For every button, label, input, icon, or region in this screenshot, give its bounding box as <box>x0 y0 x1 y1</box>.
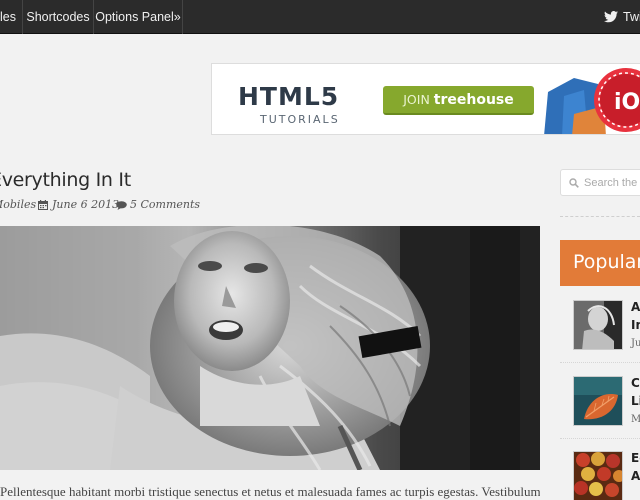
featured-photo <box>0 226 540 470</box>
cta-brand: treehouse <box>433 92 514 108</box>
popular-item[interactable]: Eg Au <box>573 451 640 500</box>
banner-title: HTML5 <box>238 82 340 111</box>
post-excerpt: Pellentesque habitant morbi tristique se… <box>0 484 540 499</box>
post-date: June 6 2013 <box>52 198 120 211</box>
post-author[interactable]: Mobiles <box>0 198 36 211</box>
search-placeholder: Search the site <box>584 177 640 189</box>
cta-prefix: JOIN <box>403 92 430 107</box>
nav-item-label: Options Panel» <box>95 10 181 24</box>
popular-item[interactable]: Av In Ju <box>573 300 640 350</box>
ios-badge-illustration: iO <box>544 68 640 134</box>
twitter-bird-icon <box>604 11 618 23</box>
banner-subtitle: TUTORIALS <box>260 113 340 126</box>
nav-item-mobiles[interactable]: Mobiles <box>0 0 23 34</box>
popular-title-line2[interactable]: Lit <box>631 394 640 408</box>
calendar-icon <box>38 200 48 210</box>
popular-thumbnail[interactable] <box>573 300 623 350</box>
sidebar-divider <box>560 216 640 217</box>
popular-meta: M <box>631 414 640 425</box>
popular-title-line2[interactable]: Au <box>631 469 640 483</box>
nav-item-label: Shortcodes <box>26 10 90 24</box>
thumbnail-image <box>574 377 622 425</box>
badge-text: iO <box>614 90 640 115</box>
tab-underline <box>560 284 640 286</box>
search-input[interactable]: Search the site <box>560 169 640 196</box>
post-featured-image[interactable] <box>0 226 540 470</box>
banner-ad[interactable]: HTML5 TUTORIALS JOIN treehouse iO <box>211 63 640 135</box>
popular-title-line1[interactable]: Eg <box>631 451 640 465</box>
popular-item[interactable]: Cl Lit M <box>573 376 640 426</box>
popular-meta: Ju <box>631 338 640 349</box>
popular-title-line2[interactable]: In <box>631 318 640 332</box>
thumbnail-image <box>574 452 622 500</box>
popular-thumbnail[interactable] <box>573 451 623 500</box>
tab-popular[interactable]: Popular <box>560 240 640 284</box>
nav-item-label: Mobiles <box>0 10 16 24</box>
popular-separator <box>560 362 640 363</box>
post-comments-link[interactable]: 5 Comments <box>130 198 200 211</box>
nav-item-shortcodes[interactable]: Shortcodes <box>23 0 94 34</box>
join-treehouse-button[interactable]: JOIN treehouse <box>383 86 534 115</box>
speech-bubble-icon <box>116 201 127 210</box>
thumbnail-image <box>574 301 622 349</box>
nav-item-options-panel[interactable]: Options Panel» <box>94 0 183 34</box>
popular-separator <box>560 438 640 439</box>
tab-popular-label: Popular <box>573 251 640 273</box>
popular-thumbnail[interactable] <box>573 376 623 426</box>
search-icon <box>569 178 579 188</box>
popular-title-line1[interactable]: Av <box>631 300 640 314</box>
twitter-label: Twitter <box>623 10 640 24</box>
top-nav-bar: Mobiles Shortcodes Options Panel» Twitte… <box>0 0 640 34</box>
post-title[interactable]: Everything In It <box>0 169 131 191</box>
popular-title-line1[interactable]: Cl <box>631 376 640 390</box>
